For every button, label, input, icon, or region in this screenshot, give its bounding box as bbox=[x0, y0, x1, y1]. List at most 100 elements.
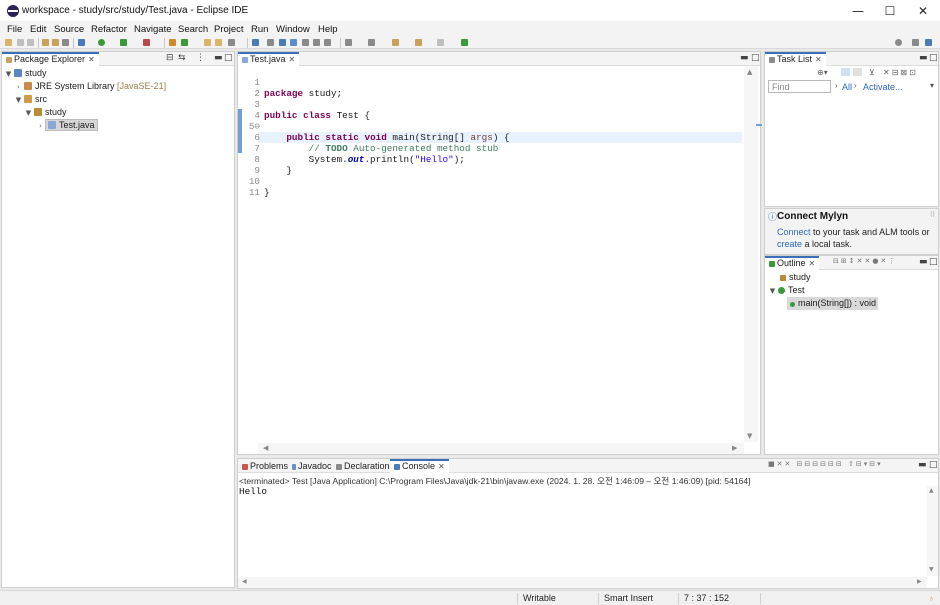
chevron-down-icon[interactable]: ▼ bbox=[4, 68, 13, 81]
menu-window[interactable]: Window bbox=[276, 24, 310, 35]
scroll-up-icon[interactable]: ▲ bbox=[929, 487, 934, 494]
menu-project[interactable]: Project bbox=[214, 24, 244, 35]
minimize-view-icon[interactable]: ▬ bbox=[919, 257, 928, 267]
link-editor-icon[interactable]: ⇆ bbox=[178, 53, 186, 63]
tree-item-package[interactable]: ▼ study bbox=[24, 106, 67, 119]
create-link[interactable]: create bbox=[777, 239, 802, 249]
java-perspective-icon[interactable] bbox=[925, 39, 932, 46]
notification-bulb-icon[interactable]: ♁ bbox=[928, 593, 935, 603]
editor-vertical-scrollbar[interactable]: ▲ ▼ bbox=[744, 66, 758, 442]
close-tab-icon[interactable]: ✕ bbox=[809, 259, 816, 268]
tab-package-explorer[interactable]: Package Explorer ✕ bbox=[2, 52, 99, 66]
scroll-down-icon[interactable]: ▼ bbox=[747, 432, 752, 440]
new-task-icon[interactable]: ⊕▾ bbox=[817, 68, 828, 77]
scroll-right-icon[interactable]: ▶ bbox=[917, 578, 922, 585]
menu-file[interactable]: File bbox=[7, 24, 22, 35]
chevron-down-icon[interactable]: ▼ bbox=[14, 94, 23, 107]
close-tab-icon[interactable]: ✕ bbox=[815, 55, 822, 64]
block-select-icon[interactable] bbox=[313, 39, 320, 46]
menu-search[interactable]: Search bbox=[178, 24, 208, 35]
search-icon[interactable] bbox=[62, 39, 69, 46]
coverage-icon[interactable] bbox=[120, 39, 127, 46]
toggle-mark-icon[interactable] bbox=[267, 39, 274, 46]
menu-run[interactable]: Run bbox=[251, 24, 268, 35]
find-field[interactable]: Find bbox=[768, 80, 831, 93]
tab-outline[interactable]: Outline ✕ bbox=[765, 256, 820, 270]
minimize-view-icon[interactable]: ▬ bbox=[919, 53, 928, 63]
open-perspective-icon[interactable] bbox=[912, 39, 919, 46]
maximize-view-icon[interactable]: □ bbox=[224, 53, 233, 63]
all-filter-link[interactable]: All bbox=[842, 82, 852, 92]
last-edit-icon[interactable] bbox=[392, 39, 399, 46]
scroll-left-icon[interactable]: ◀ bbox=[242, 578, 247, 585]
outline-item-method[interactable]: main(String[]) : void bbox=[787, 297, 879, 310]
status-insert-mode[interactable]: Smart Insert bbox=[604, 593, 653, 603]
pin-editor-icon[interactable] bbox=[461, 39, 468, 46]
console-output[interactable]: Hello bbox=[239, 486, 267, 497]
close-tab-icon[interactable]: ✕ bbox=[438, 462, 445, 471]
forward-icon[interactable] bbox=[437, 39, 444, 46]
open-type-icon[interactable] bbox=[42, 39, 49, 46]
chevron-right-icon[interactable]: › bbox=[36, 120, 45, 133]
scroll-left-icon[interactable]: ◀ bbox=[263, 444, 268, 452]
tab-declaration[interactable]: Declaration bbox=[332, 459, 394, 473]
save-all-icon[interactable] bbox=[27, 39, 34, 46]
wand-icon[interactable] bbox=[228, 39, 235, 46]
close-tab-icon[interactable]: ✕ bbox=[88, 55, 95, 64]
outline-item-class[interactable]: ▼ Test bbox=[768, 284, 805, 297]
word-wrap-icon[interactable] bbox=[302, 39, 309, 46]
console-vertical-scrollbar[interactable]: ▲ ▼ bbox=[927, 486, 938, 576]
back-icon[interactable] bbox=[415, 39, 422, 46]
quick-search-icon[interactable] bbox=[895, 39, 902, 46]
save-icon[interactable] bbox=[17, 39, 24, 46]
tree-item-src[interactable]: ▼ src bbox=[14, 93, 47, 106]
close-tab-icon[interactable]: ✕ bbox=[289, 55, 296, 64]
menu-source[interactable]: Source bbox=[54, 24, 84, 35]
scheduled-icon[interactable] bbox=[853, 68, 862, 76]
prev-annotation-icon[interactable] bbox=[368, 39, 375, 46]
open-task-icon[interactable] bbox=[52, 39, 59, 46]
next-annotation-icon[interactable] bbox=[345, 39, 352, 46]
terminal-icon[interactable] bbox=[252, 39, 259, 46]
tab-task-list[interactable]: Task List ✕ bbox=[765, 52, 826, 66]
tab-problems[interactable]: Problems bbox=[238, 459, 292, 473]
console-horizontal-scrollbar[interactable]: ◀ ▶ bbox=[238, 577, 927, 588]
editor-horizontal-scrollbar[interactable]: ◀ ▶ bbox=[258, 443, 744, 454]
maximize-view-icon[interactable]: □ bbox=[929, 53, 938, 63]
chevron-down-icon[interactable]: ▼ bbox=[24, 107, 33, 120]
maximize-view-icon[interactable]: □ bbox=[929, 257, 938, 267]
console-toolbar-icons[interactable]: ■✕✕ ⊟⊟⊟⊟⊟⊟ ⇧⊟▾⊟▾ bbox=[768, 460, 883, 468]
menu-navigate[interactable]: Navigate bbox=[134, 24, 172, 35]
menu-edit[interactable]: Edit bbox=[30, 24, 46, 35]
collapse-all-icon[interactable]: ⊟ bbox=[166, 53, 174, 63]
maximize-view-icon[interactable]: □ bbox=[929, 460, 938, 470]
scroll-down-icon[interactable]: ▼ bbox=[929, 566, 934, 573]
chevron-down-icon[interactable]: ▼ bbox=[768, 285, 777, 298]
maximize-button[interactable]: ☐ bbox=[873, 0, 907, 22]
show-whitespace-icon[interactable] bbox=[324, 39, 331, 46]
run-icon[interactable] bbox=[98, 39, 105, 46]
tab-console[interactable]: Console ✕ bbox=[390, 459, 449, 473]
minimize-button[interactable]: — bbox=[841, 0, 875, 22]
mark-occurrences-icon[interactable] bbox=[279, 39, 286, 46]
scroll-right-icon[interactable]: ▶ bbox=[732, 444, 737, 452]
external-tools-icon[interactable] bbox=[143, 39, 150, 46]
maximize-view-icon[interactable]: □ bbox=[751, 53, 760, 63]
minimize-view-icon[interactable]: ▬ bbox=[740, 53, 749, 63]
task-toolbar-icons[interactable]: ✕⊟⊠⊡ bbox=[883, 68, 918, 77]
minimize-view-icon[interactable]: ▬ bbox=[918, 460, 927, 470]
code-area[interactable]: 1 package study; 2 3 public class Test {… bbox=[242, 66, 742, 443]
close-icon[interactable]: ⁝⁝ bbox=[930, 210, 935, 219]
chevron-down-icon[interactable]: ▾ bbox=[930, 81, 934, 90]
categorized-icon[interactable] bbox=[841, 68, 850, 76]
debug-icon[interactable] bbox=[78, 39, 85, 46]
tab-javadoc[interactable]: Javadoc bbox=[288, 459, 336, 473]
new-class-icon[interactable] bbox=[204, 39, 211, 46]
close-button[interactable]: ✕ bbox=[906, 0, 940, 22]
outline-item-package[interactable]: study bbox=[779, 271, 811, 284]
new-java-project-icon[interactable] bbox=[169, 39, 176, 46]
tab-test-java[interactable]: Test.java ✕ bbox=[238, 52, 300, 66]
tree-item-test-java[interactable]: › Test.java bbox=[36, 119, 98, 132]
view-menu-icon[interactable]: ⋮ bbox=[196, 53, 205, 63]
minimize-view-icon[interactable]: ▬ bbox=[214, 53, 223, 63]
